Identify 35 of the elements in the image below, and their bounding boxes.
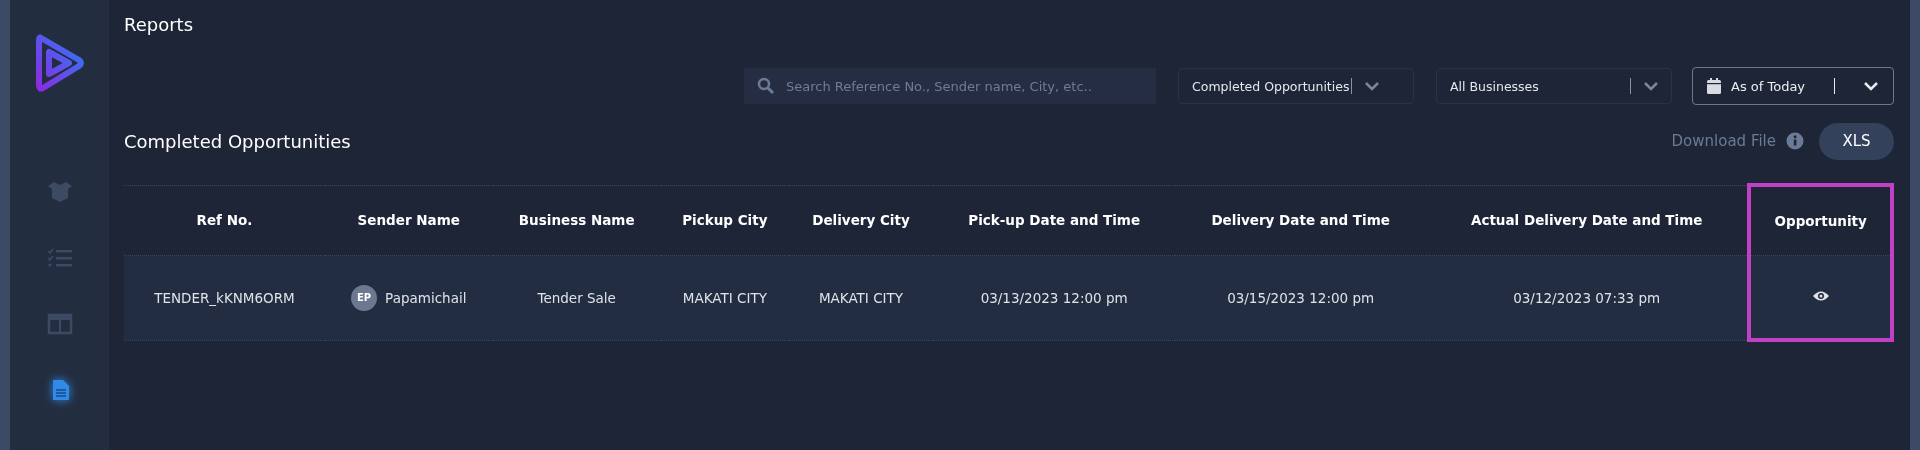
column-header: Sender Name — [324, 185, 493, 256]
search-icon — [757, 77, 775, 95]
column-header: Actual Delivery Date and Time — [1426, 185, 1750, 256]
chevron-down-icon — [1643, 81, 1659, 91]
table-cell: MAKATI CITY — [660, 255, 789, 340]
table-cell: 03/15/2023 12:00 pm — [1175, 255, 1427, 340]
download-label: Download File — [1671, 132, 1776, 150]
date-dropdown[interactable]: As of Today — [1692, 67, 1894, 105]
calendar-icon — [1707, 78, 1721, 94]
layout-icon — [45, 312, 74, 336]
table-cell: Papamichail — [385, 289, 467, 306]
page-title: Reports — [124, 14, 195, 35]
table-cell: MAKATI CITY — [788, 255, 934, 340]
table-cell: TENDER_kKNM6ORM — [124, 255, 325, 340]
section-title: Completed Opportunities — [124, 130, 351, 152]
avatar: EP — [351, 284, 378, 311]
checklist-icon — [45, 246, 74, 270]
dropdown[interactable]: Completed Opportunities — [1178, 68, 1414, 104]
table-cell: 03/12/2023 07:33 pm — [1426, 255, 1750, 340]
column-header: Business Name — [492, 185, 661, 256]
chevron-down-icon — [1863, 81, 1879, 91]
column-header: Ref No. — [124, 185, 325, 256]
table-cell: Tender Sale — [492, 255, 661, 340]
column-header: Delivery Date and Time — [1175, 185, 1427, 256]
column-header: Delivery City — [788, 185, 934, 256]
chevron-down-icon — [1364, 81, 1381, 91]
column-header: Pickup City — [660, 185, 789, 256]
scrollbar[interactable] — [1910, 0, 1920, 450]
dropdown[interactable]: All Businesses — [1436, 68, 1672, 104]
eye-icon — [1811, 290, 1830, 302]
table-cell: 03/13/2023 12:00 pm — [933, 255, 1176, 340]
xls-button[interactable]: XLS — [1819, 122, 1894, 160]
column-header: Pick-up Date and Time — [933, 185, 1176, 256]
search-field[interactable]: Search Reference No., Sender name, City, etc.. — [744, 68, 1156, 104]
info-icon — [1786, 132, 1804, 150]
